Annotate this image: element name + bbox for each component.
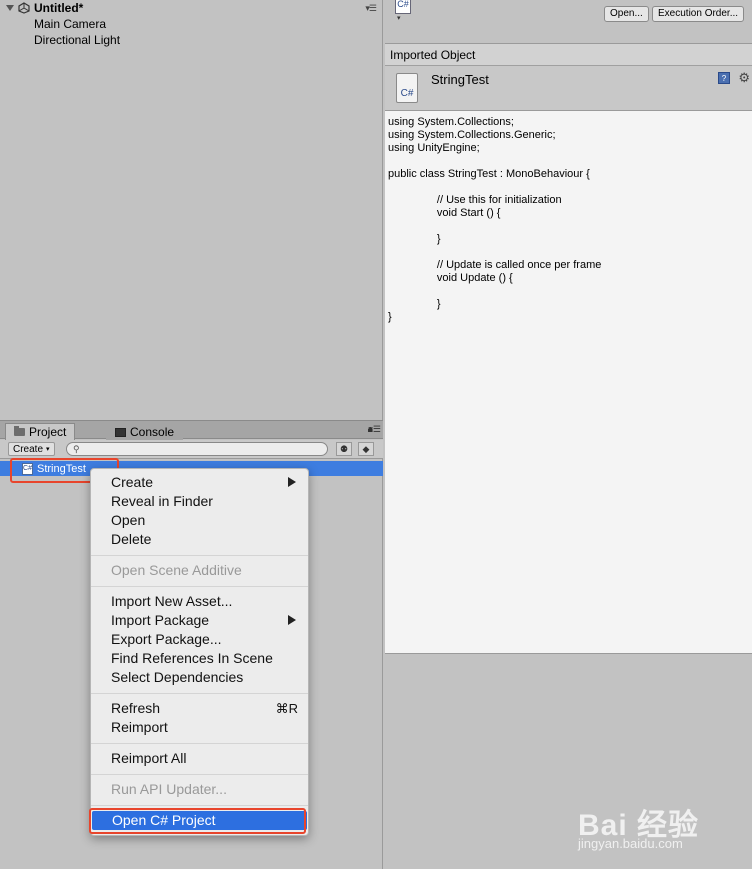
menu-separator <box>91 586 308 587</box>
script-code-preview: using System.Collections; using System.Co… <box>385 111 752 654</box>
imported-object-header: Imported Object <box>385 44 752 66</box>
csharp-file-large-icon: C# <box>396 73 418 103</box>
menu-item-import-new-asset[interactable]: Import New Asset... <box>91 592 308 611</box>
scene-name: Untitled* <box>34 1 84 15</box>
tab-console[interactable]: Console <box>106 423 184 440</box>
tab-project[interactable]: Project <box>5 423 76 440</box>
hierarchy-item-directional-light[interactable]: Directional Light <box>34 33 120 47</box>
code-line: public class StringTest : MonoBehaviour … <box>388 168 590 180</box>
baidu-watermark-url: jingyan.baidu.com <box>578 836 683 851</box>
menu-separator <box>91 693 308 694</box>
menu-item-delete[interactable]: Delete <box>91 530 308 549</box>
search-input[interactable]: ⚲ <box>66 442 328 456</box>
create-dropdown-button[interactable]: Create ▾ <box>8 442 55 456</box>
open-button[interactable]: Open... <box>604 6 649 22</box>
menu-item-create[interactable]: Create <box>91 473 308 492</box>
code-line: using UnityEngine; <box>388 142 480 154</box>
csharp-script-icon: C# <box>395 0 411 14</box>
filter-by-type-icon[interactable]: ⚉ <box>336 442 352 456</box>
execution-order-button[interactable]: Execution Order... <box>652 6 745 22</box>
chevron-down-icon: ▾ <box>46 446 50 453</box>
code-line: // Use this for initialization <box>388 194 562 206</box>
menu-item-export-package[interactable]: Export Package... <box>91 630 308 649</box>
menu-separator <box>91 774 308 775</box>
menu-item-reimport-all[interactable]: Reimport All <box>91 749 308 768</box>
unity-logo-icon <box>18 2 30 14</box>
menu-item-reimport[interactable]: Reimport <box>91 718 308 737</box>
annotation-highlight-open-csharp <box>89 808 306 834</box>
hierarchy-panel: Untitled* ▾☰ Main Camera Directional Lig… <box>0 0 383 420</box>
menu-item-reveal-in-finder[interactable]: Reveal in Finder <box>91 492 308 511</box>
code-line: } <box>388 298 441 310</box>
refresh-shortcut: ⌘R <box>275 701 298 716</box>
chevron-down-icon[interactable]: ▾ <box>397 14 401 22</box>
submenu-arrow-icon <box>288 477 296 487</box>
inspector-top: C# ▾ Open... Execution Order... <box>385 0 752 44</box>
context-menu: Create Reveal in Finder Open Delete Open… <box>90 468 309 836</box>
tab-console-label: Console <box>130 425 175 439</box>
expand-triangle-icon[interactable] <box>6 5 14 11</box>
menu-item-run-api-updater: Run API Updater... <box>111 781 227 797</box>
menu-item-open-scene-additive: Open Scene Additive <box>111 562 242 578</box>
hierarchy-item-main-camera[interactable]: Main Camera <box>34 17 106 31</box>
code-line: using System.Collections; <box>388 116 514 128</box>
menu-item-find-references[interactable]: Find References In Scene <box>91 649 308 668</box>
menu-item-import-package-label: Import Package <box>111 612 210 628</box>
code-line: void Start () { <box>388 207 501 219</box>
menu-separator <box>91 805 308 806</box>
console-icon <box>115 427 126 437</box>
code-line: } <box>388 311 392 323</box>
menu-item-refresh-label: Refresh <box>111 700 161 716</box>
code-line: using System.Collections.Generic; <box>388 129 556 141</box>
code-line: } <box>388 233 441 245</box>
menu-separator <box>91 743 308 744</box>
menu-separator <box>91 555 308 556</box>
inspector-file-name: StringTest <box>431 72 489 87</box>
menu-item-create-label: Create <box>111 474 154 490</box>
scene-header[interactable]: Untitled* <box>6 1 83 15</box>
gear-icon[interactable]: ⚙ <box>738 70 750 86</box>
csharp-file-label: C# <box>400 88 414 99</box>
submenu-arrow-icon <box>288 615 296 625</box>
search-icon: ⚲ <box>73 444 80 454</box>
project-tab-bar: Project Console 🔒︎ ▾☰ <box>0 420 383 440</box>
menu-item-select-dependencies[interactable]: Select Dependencies <box>91 668 308 687</box>
panel-menu-icon[interactable]: ▾☰ <box>365 3 377 14</box>
inspector-file-header: C# StringTest ? ⚙ <box>385 66 752 111</box>
create-label: Create <box>13 443 44 455</box>
project-toolbar: Create ▾ ⚲ ⚉ ◆ <box>0 440 383 459</box>
code-line: void Update () { <box>388 272 513 284</box>
tab-project-label: Project <box>29 425 67 439</box>
menu-item-open[interactable]: Open <box>91 511 308 530</box>
help-book-icon[interactable]: ? <box>718 72 730 84</box>
folder-icon <box>14 426 25 436</box>
menu-item-import-package[interactable]: Import Package <box>91 611 308 630</box>
code-line: // Update is called once per frame <box>388 259 602 271</box>
filter-by-label-icon[interactable]: ◆ <box>358 442 374 456</box>
tab-menu-icon[interactable]: ▾☰ <box>368 424 381 435</box>
menu-item-refresh[interactable]: Refresh ⌘R <box>91 699 308 718</box>
